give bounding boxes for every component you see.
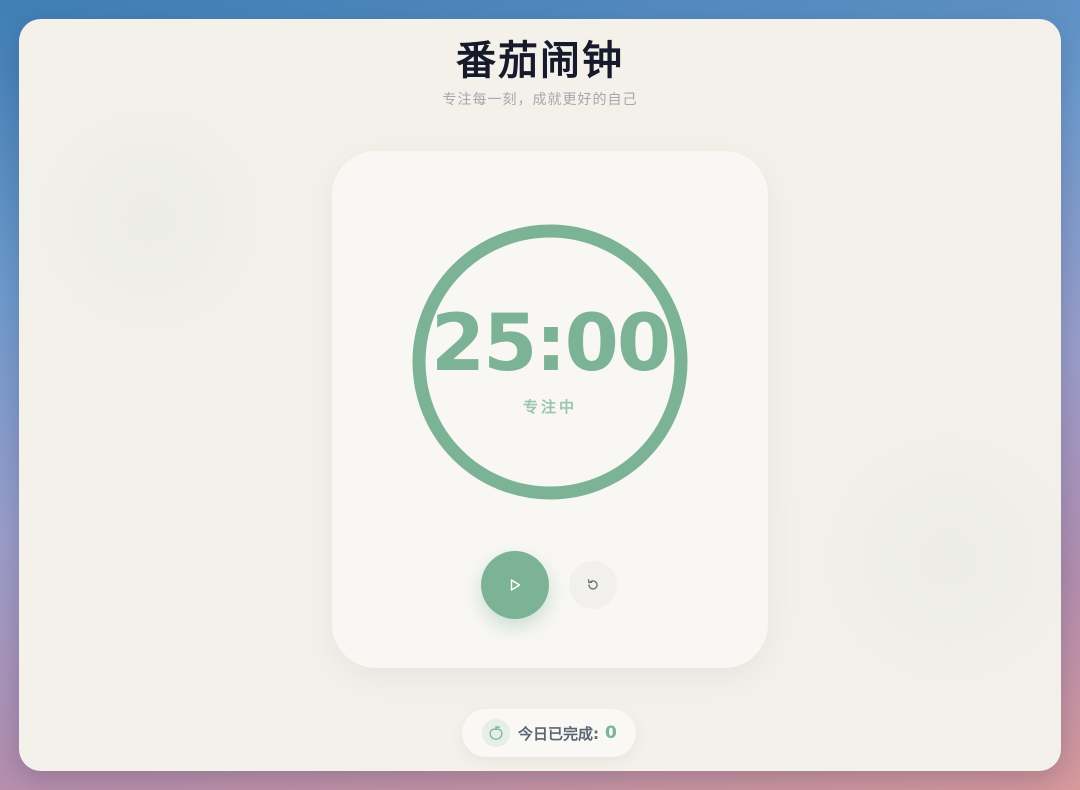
reset-icon [587,579,598,590]
completed-label: 今日已完成: [518,724,599,743]
play-icon [510,579,521,591]
page-subtitle: 专注每一刻，成就更好的自己 [442,92,638,108]
timer-card: 25:00 专注中 [332,151,768,668]
completed-stats: 今日已完成: 0 [462,709,636,757]
header: 番茄闹钟 专注每一刻，成就更好的自己 [19,35,1061,109]
tomato-icon [482,719,510,747]
reset-button[interactable] [569,561,617,609]
app-window: 番茄闹钟 专注每一刻，成就更好的自己 25:00 专注中 今日已完成: 0 [19,19,1061,771]
timer-mode-label: 专注中 [522,398,577,416]
page-title: 番茄闹钟 [456,38,624,84]
completed-count: 0 [605,723,617,743]
timer-display: 25:00 [430,299,671,389]
play-button[interactable] [481,551,549,619]
background-blob [779,349,1061,769]
